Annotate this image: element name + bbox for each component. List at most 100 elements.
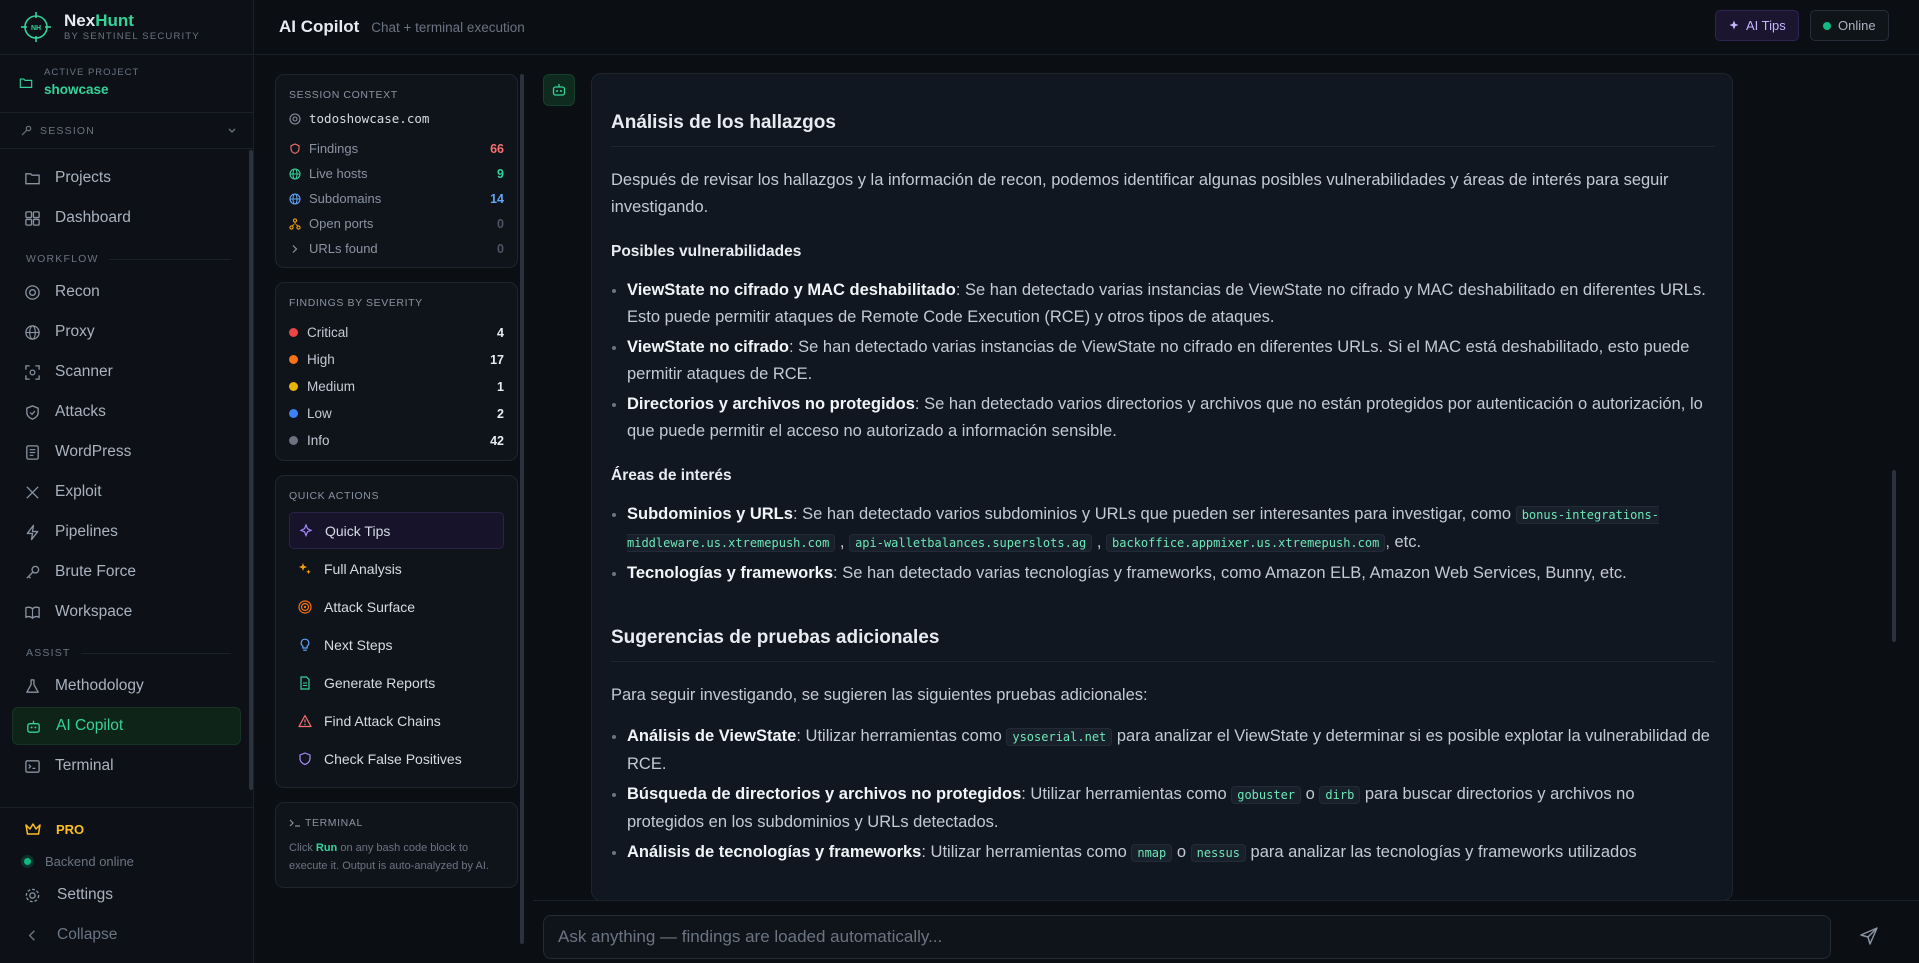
- sidebar-item-scanner[interactable]: Scanner: [12, 353, 241, 391]
- page-title: AI Copilot: [279, 17, 360, 36]
- chevron-right-icon: [292, 244, 298, 253]
- terminal-card: TERMINAL Click Run on any bash code bloc…: [275, 802, 518, 888]
- sidebar: NH NexHunt BY SENTINEL SECURITY ACTIVE P…: [0, 0, 254, 963]
- quick-action-next-steps[interactable]: Next Steps: [289, 626, 504, 663]
- sidebar-item-attacks[interactable]: Attacks: [12, 393, 241, 431]
- open-book-icon: [25, 606, 40, 619]
- sidebar-item-dashboard[interactable]: Dashboard: [12, 199, 241, 237]
- scan-icon: [25, 364, 40, 380]
- sidebar-item-label: Terminal: [55, 757, 114, 774]
- quick-action-label: Next Steps: [324, 636, 393, 653]
- heading-areas: Áreas de interés: [611, 467, 732, 484]
- sidebar-item-proxy[interactable]: Proxy: [12, 313, 241, 351]
- sidebar-item-label: WordPress: [55, 443, 132, 460]
- backend-status: Backend online: [0, 838, 254, 869]
- stat-live-hosts: Live hosts 9: [289, 161, 504, 186]
- sidebar-scrollbar[interactable]: [249, 150, 253, 790]
- code-inline: ysoserial.net: [1006, 728, 1113, 746]
- code-inline: api-walletbalances.superslots.ag: [849, 534, 1093, 552]
- context-panel-scrollbar[interactable]: [520, 74, 524, 944]
- quick-action-find-attack-chains[interactable]: Find Attack Chains: [289, 702, 504, 739]
- active-project[interactable]: ACTIVE PROJECT showcase: [0, 55, 253, 113]
- code-inline: nessus: [1190, 844, 1246, 862]
- brand-subtitle: BY SENTINEL SECURITY: [64, 31, 200, 42]
- ai-tips-label: AI Tips: [1746, 18, 1786, 33]
- stat-value: 0: [497, 241, 504, 256]
- ai-tips-button[interactable]: AI Tips: [1715, 10, 1799, 41]
- collapse-button[interactable]: Collapse: [0, 915, 254, 955]
- sidebar-item-pipelines[interactable]: Pipelines: [12, 513, 241, 551]
- stat-value: 66: [490, 141, 504, 156]
- key-icon: [26, 565, 40, 579]
- intro-paragraph: Después de revisar los hallazgos y la in…: [611, 171, 1669, 216]
- bolt-icon: [26, 524, 39, 540]
- sidebar-item-wordpress[interactable]: WordPress: [12, 433, 241, 471]
- stat-urls-found: URLs found 0: [289, 236, 504, 261]
- terminal-icon: [25, 759, 40, 773]
- sidebar-item-label: Projects: [55, 169, 111, 186]
- severity-dot: [289, 382, 298, 391]
- run-keyword: Run: [315, 842, 338, 854]
- quick-action-full-analysis[interactable]: Full Analysis: [289, 550, 504, 587]
- chat-scrollbar[interactable]: [1892, 470, 1896, 642]
- severity-label: Medium: [307, 379, 356, 394]
- bot-icon: [552, 84, 566, 96]
- stat-label: URLs found: [309, 241, 378, 256]
- bot-avatar: [543, 74, 575, 106]
- severity-row-high: High 17: [289, 346, 504, 373]
- nav-section-workflow: WORKFLOW: [0, 239, 253, 271]
- severity-label: Info: [307, 433, 330, 448]
- chat-input[interactable]: [558, 927, 1758, 947]
- sidebar-item-ai-copilot[interactable]: AI Copilot: [12, 707, 241, 745]
- stat-findings: Findings 66: [289, 136, 504, 161]
- sidebar-item-label: Workspace: [55, 603, 133, 620]
- quick-action-label: Check False Positives: [324, 750, 462, 767]
- session-toggle[interactable]: SESSION: [0, 113, 253, 149]
- terminal-card-header: TERMINAL: [289, 817, 504, 829]
- sidebar-item-label: Attacks: [55, 403, 106, 420]
- quick-action-check-false-positives[interactable]: Check False Positives: [289, 740, 504, 777]
- quick-action-label: Find Attack Chains: [324, 712, 441, 729]
- severity-row-critical: Critical 4: [289, 319, 504, 346]
- list-item: Búsqueda de directorios y archivos no pr…: [611, 781, 1715, 836]
- severity-dot: [289, 436, 298, 445]
- sidebar-item-methodology[interactable]: Methodology: [12, 667, 241, 705]
- bot-icon: [27, 720, 40, 733]
- severity-row-info: Info 42: [289, 427, 504, 454]
- sidebar-item-recon[interactable]: Recon: [12, 273, 241, 311]
- pro-badge[interactable]: PRO: [0, 808, 254, 838]
- online-status-badge: Online: [1810, 10, 1889, 41]
- target-domain-label: todoshowcase.com: [309, 111, 430, 126]
- session-context-header: SESSION CONTEXT: [289, 89, 398, 101]
- sidebar-item-terminal[interactable]: Terminal: [12, 747, 241, 785]
- sidebar-item-brute-force[interactable]: Brute Force: [12, 553, 241, 591]
- brand[interactable]: NH NexHunt BY SENTINEL SECURITY: [0, 0, 253, 55]
- quick-action-attack-surface[interactable]: Attack Surface: [289, 588, 504, 625]
- code-inline: nmap: [1131, 844, 1173, 862]
- list-item: ViewState no cifrado: Se han detectado v…: [611, 334, 1715, 388]
- terminal-card-title: TERMINAL: [305, 817, 363, 829]
- code-inline: gobuster: [1231, 786, 1302, 804]
- grid-icon: [25, 210, 40, 226]
- assistant-message: Análisis de los hallazgos Después de rev…: [591, 73, 1733, 901]
- crown-icon: [25, 823, 41, 835]
- status-dot: [1823, 21, 1831, 30]
- brand-name: NexHunt: [64, 11, 134, 30]
- sidebar-item-exploit[interactable]: Exploit: [12, 473, 241, 511]
- key-icon: [21, 125, 32, 135]
- active-project-label: ACTIVE PROJECT: [44, 67, 140, 78]
- sidebar-item-workspace[interactable]: Workspace: [12, 593, 241, 631]
- code-inline: backoffice.appmixer.us.xtremepush.com: [1106, 534, 1386, 552]
- severity-row-low: Low 2: [289, 400, 504, 427]
- settings-link[interactable]: Settings: [0, 875, 254, 915]
- sidebar-item-label: Proxy: [55, 323, 95, 340]
- list-item: Análisis de ViewState: Utilizar herramie…: [611, 723, 1715, 778]
- severity-count: 2: [497, 406, 504, 421]
- sidebar-item-projects[interactable]: Projects: [12, 159, 241, 197]
- flask-icon: [26, 678, 39, 693]
- list-item: Subdominios y URLs: Se han detectado var…: [611, 501, 1715, 557]
- quick-action-generate-reports[interactable]: Generate Reports: [289, 664, 504, 701]
- swords-icon: [26, 485, 39, 499]
- send-icon[interactable]: [1858, 925, 1880, 947]
- quick-action-quick-tips[interactable]: Quick Tips: [289, 512, 504, 549]
